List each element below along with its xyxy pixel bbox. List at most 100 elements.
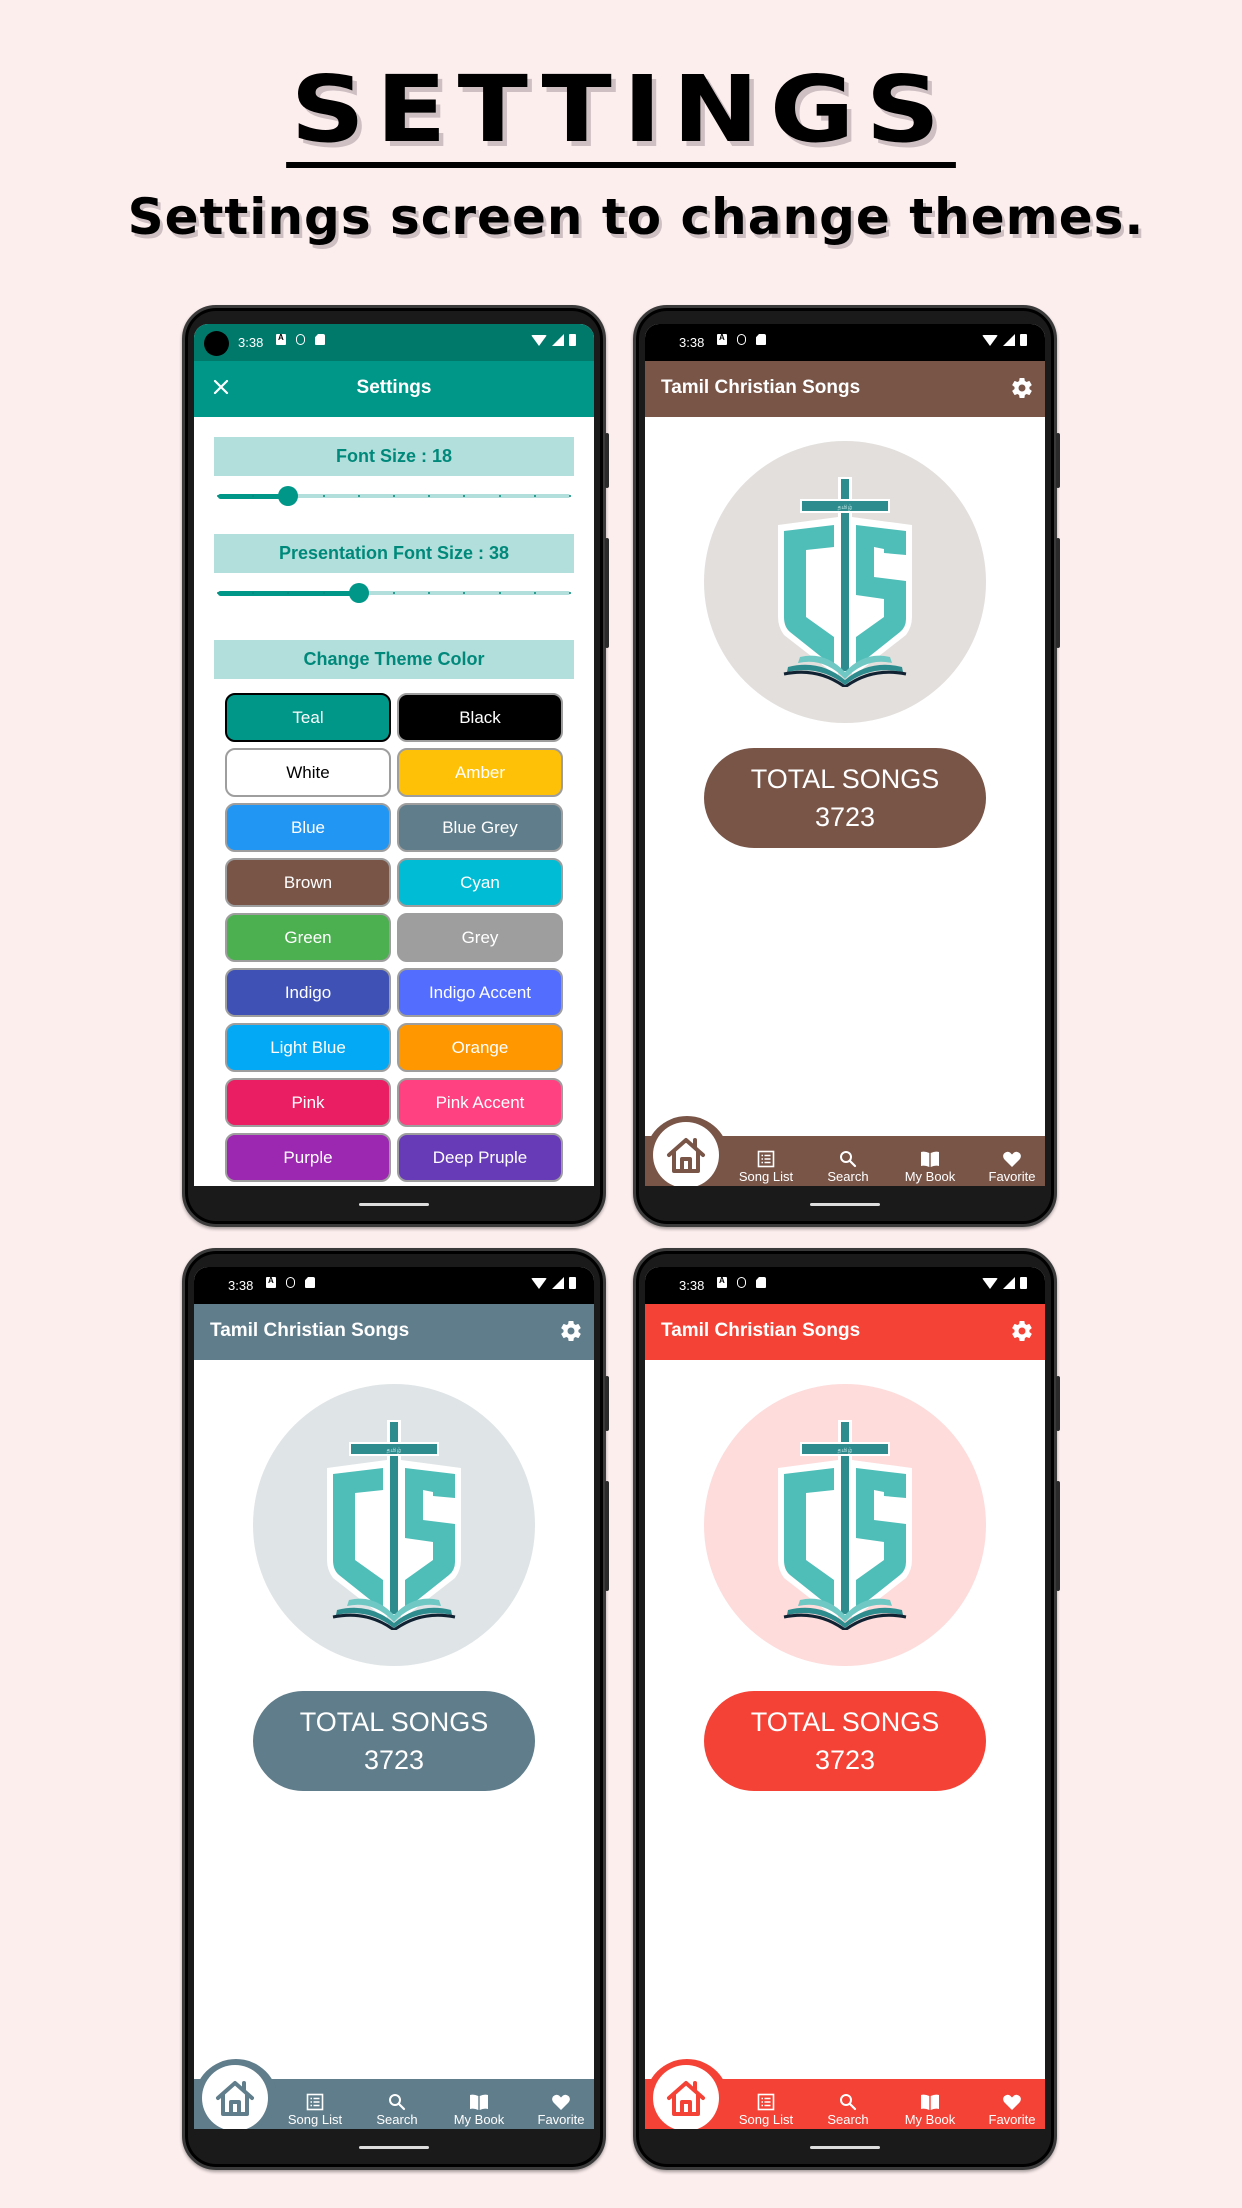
- home-indicator: [359, 1203, 429, 1206]
- nav-label: Favorite: [537, 2112, 585, 2127]
- battery-icon: [1020, 1277, 1027, 1289]
- home-screen: 3:38 Tamil Christian Songs: [194, 1267, 594, 2129]
- total-songs-count: 3723: [814, 1745, 876, 1775]
- total-songs-badge[interactable]: TOTAL SONGS 3723: [704, 748, 986, 848]
- svg-text:தமிழ்: தமிழ்: [838, 1447, 853, 1454]
- search-icon: [840, 2094, 857, 2111]
- nav-my-book[interactable]: My Book: [444, 2093, 514, 2127]
- cs-logo-icon: தமிழ்: [327, 1420, 461, 1630]
- theme-option-amber[interactable]: Amber: [397, 748, 563, 797]
- home-screen: 3:38 Tamil Christian Songs: [645, 324, 1045, 1186]
- theme-option-grey[interactable]: Grey: [397, 913, 563, 962]
- power-button: [1056, 538, 1060, 648]
- slider-tick: [322, 592, 325, 594]
- cs-logo-icon: தமிழ்: [778, 477, 912, 687]
- hero-subtitle: Settings screen to change themes.: [127, 188, 1145, 246]
- nav-label: My Book: [904, 1169, 956, 1184]
- home-app-bar: Tamil Christian Songs: [645, 1304, 1045, 1360]
- volume-button: [1056, 1376, 1060, 1431]
- slider-tick: [393, 592, 395, 594]
- total-songs-badge[interactable]: TOTAL SONGS 3723: [253, 1691, 535, 1791]
- theme-option-light-blue[interactable]: Light Blue: [225, 1023, 391, 1072]
- theme-option-brown[interactable]: Brown: [225, 858, 391, 907]
- total-songs-count: 3723: [363, 1745, 425, 1775]
- nav-label: Song List: [738, 2112, 794, 2127]
- nav-label: Search: [376, 2112, 418, 2127]
- theme-option-purple[interactable]: Purple: [225, 1133, 391, 1182]
- wifi-icon: [531, 335, 547, 346]
- volume-button: [605, 433, 609, 488]
- phone-settings: 3:38 Settings Font Size : 18 Presentatio…: [182, 305, 609, 1227]
- signal-icon: [1003, 1277, 1015, 1289]
- total-songs-label: TOTAL SONGS: [750, 764, 940, 794]
- nav-favorite[interactable]: Favorite: [977, 1150, 1045, 1184]
- sync-icon: [737, 334, 746, 345]
- slider-tick: [569, 592, 571, 594]
- nav-my-book[interactable]: My Book: [895, 1150, 965, 1184]
- theme-option-blue[interactable]: Blue: [225, 803, 391, 852]
- slider-thumb[interactable]: [278, 486, 299, 506]
- nav-search[interactable]: Search: [362, 2093, 432, 2127]
- theme-option-blue-grey[interactable]: Blue Grey: [397, 803, 563, 852]
- settings-app-bar: Settings: [194, 361, 594, 417]
- accessibility-icon: [717, 1276, 727, 1288]
- gear-icon[interactable]: [559, 1319, 583, 1343]
- heart-icon: [552, 2094, 570, 2110]
- power-button: [605, 538, 609, 648]
- slider-tick: [357, 495, 360, 497]
- volume-button: [1056, 433, 1060, 488]
- list-icon: [757, 2093, 775, 2111]
- slider-thumb[interactable]: [348, 583, 369, 603]
- theme-option-pink[interactable]: Pink: [225, 1078, 391, 1127]
- nav-search[interactable]: Search: [813, 1150, 883, 1184]
- theme-option-orange[interactable]: Orange: [397, 1023, 563, 1072]
- battery-icon: [569, 334, 576, 346]
- nav-label: Song List: [738, 1169, 794, 1184]
- settings-screen: 3:38 Settings Font Size : 18 Presentatio…: [194, 324, 594, 1186]
- nav-song-list[interactable]: Song List: [280, 2093, 350, 2127]
- total-songs-badge[interactable]: TOTAL SONGS 3723: [704, 1691, 986, 1791]
- front-camera: [204, 331, 229, 356]
- home-app-bar: Tamil Christian Songs: [645, 361, 1045, 417]
- theme-option-deep-pruple[interactable]: Deep Pruple: [397, 1133, 563, 1182]
- app-logo: தமிழ்: [704, 1384, 986, 1666]
- slider-tick: [217, 495, 219, 497]
- home-indicator: [810, 2146, 880, 2149]
- home-icon: [667, 1138, 705, 1173]
- gear-icon[interactable]: [1010, 376, 1034, 400]
- nav-search[interactable]: Search: [813, 2093, 883, 2127]
- book-icon: [921, 2094, 939, 2110]
- nav-label: Favorite: [988, 1169, 1036, 1184]
- theme-option-white[interactable]: White: [225, 748, 391, 797]
- search-icon: [840, 1151, 857, 1168]
- theme-option-indigo[interactable]: Indigo: [225, 968, 391, 1017]
- phone-home-red: 3:38 Tamil Christian Songs: [633, 1248, 1060, 2170]
- slider-tick: [533, 495, 536, 497]
- wifi-icon: [982, 1278, 998, 1289]
- sd-card-icon: [315, 334, 325, 345]
- theme-option-pink-accent[interactable]: Pink Accent: [397, 1078, 563, 1127]
- font-size-slider[interactable]: [217, 486, 571, 506]
- accessibility-icon: [276, 333, 286, 345]
- nav-my-book[interactable]: My Book: [895, 2093, 965, 2127]
- nav-song-list[interactable]: Song List: [731, 1150, 801, 1184]
- theme-option-black[interactable]: Black: [397, 693, 563, 742]
- theme-option-teal[interactable]: Teal: [225, 693, 391, 742]
- nav-song-list[interactable]: Song List: [731, 2093, 801, 2127]
- sd-card-icon: [756, 334, 766, 345]
- change-theme-label: Change Theme Color: [214, 640, 574, 679]
- home-app-bar: Tamil Christian Songs: [194, 1304, 594, 1360]
- presentation-font-size-slider[interactable]: [217, 583, 571, 603]
- gear-icon[interactable]: [1010, 1319, 1034, 1343]
- home-button[interactable]: [653, 1122, 719, 1186]
- theme-option-indigo-accent[interactable]: Indigo Accent: [397, 968, 563, 1017]
- nav-favorite[interactable]: Favorite: [977, 2093, 1045, 2127]
- home-button[interactable]: [202, 2065, 268, 2129]
- home-button[interactable]: [653, 2065, 719, 2129]
- nav-favorite[interactable]: Favorite: [526, 2093, 594, 2127]
- slider-tick: [569, 495, 571, 497]
- theme-option-cyan[interactable]: Cyan: [397, 858, 563, 907]
- app-logo: தமிழ்: [253, 1384, 535, 1666]
- theme-option-green[interactable]: Green: [225, 913, 391, 962]
- status-bar: 3:38: [645, 1267, 1045, 1304]
